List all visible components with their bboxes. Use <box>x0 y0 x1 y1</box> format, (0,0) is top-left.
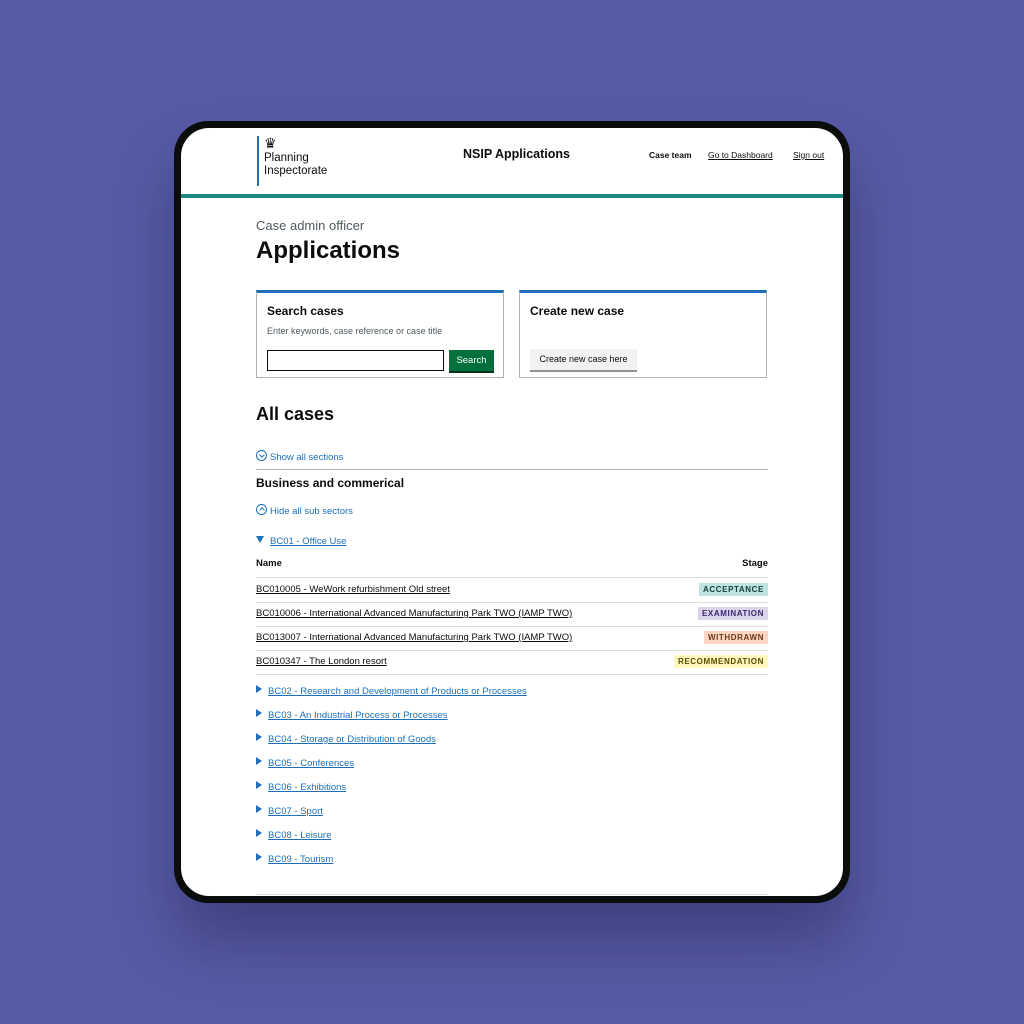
sector-heading: Business and commerical <box>256 476 405 490</box>
stage-tag: ACCEPTANCE <box>699 583 768 596</box>
subsector-bc03-toggle[interactable]: BC03 - An Industrial Process or Processe… <box>256 709 448 721</box>
subsector-label: BC05 - Conferences <box>268 758 355 769</box>
stage-tag: RECOMMENDATION <box>673 655 768 668</box>
tablet-screen: ♛ Planning Inspectorate NSIP Application… <box>181 128 843 896</box>
main-content: Case admin officer Applications Search c… <box>256 218 768 865</box>
triangle-right-icon <box>256 853 262 861</box>
subsector-bc04-toggle[interactable]: BC04 - Storage or Distribution of Goods <box>256 733 436 745</box>
triangle-right-icon <box>256 805 262 813</box>
triangle-right-icon <box>256 709 262 717</box>
nav-sign-out[interactable]: Sign out <box>793 150 824 160</box>
table-row: BC010005 - WeWork refurbishment Old stre… <box>256 578 768 603</box>
triangle-right-icon <box>256 757 262 765</box>
subsector-label: BC08 - Leisure <box>268 830 332 841</box>
case-link[interactable]: BC013007 - International Advanced Manufa… <box>256 632 572 643</box>
nav-go-to-dashboard[interactable]: Go to Dashboard <box>708 150 773 160</box>
case-link[interactable]: BC010006 - International Advanced Manufa… <box>256 608 572 619</box>
royal-crest-icon: ♛ <box>264 135 277 151</box>
stage-tag: EXAMINATION <box>697 607 768 620</box>
show-all-sections-toggle[interactable]: Show all sections <box>256 447 343 465</box>
search-button[interactable]: Search <box>449 350 494 371</box>
stage-tag: WITHDRAWN <box>703 631 768 644</box>
search-hint: Enter keywords, case reference or case t… <box>267 326 443 336</box>
subsector-label: BC02 - Research and Development of Produ… <box>268 686 527 697</box>
create-card-title: Create new case <box>530 304 625 318</box>
create-new-case-button[interactable]: Create new case here <box>530 349 637 370</box>
bottom-divider <box>256 894 768 895</box>
subsector-label: BC03 - An Industrial Process or Processe… <box>268 710 448 721</box>
search-cases-card: Search cases Enter keywords, case refere… <box>256 290 504 378</box>
show-all-label: Show all sections <box>270 452 344 463</box>
planning-inspectorate-logo[interactable]: ♛ Planning Inspectorate <box>257 136 327 186</box>
column-header-name: Name <box>256 558 282 569</box>
chevron-down-icon <box>256 450 267 461</box>
subsector-label: BC04 - Storage or Distribution of Goods <box>268 734 436 745</box>
case-link[interactable]: BC010347 - The London resort <box>256 656 387 667</box>
subsector-bc08-toggle[interactable]: BC08 - Leisure <box>256 829 331 841</box>
site-header: ♛ Planning Inspectorate NSIP Application… <box>181 128 843 198</box>
hide-sub-label: Hide all sub sectors <box>270 506 353 517</box>
case-link[interactable]: BC010005 - WeWork refurbishment Old stre… <box>256 584 450 595</box>
subsector-label: BC09 - Tourism <box>268 854 334 865</box>
subsector-label: BC06 - Exhibitions <box>268 782 347 793</box>
subsector-bc05-toggle[interactable]: BC05 - Conferences <box>256 757 354 769</box>
triangle-right-icon <box>256 781 262 789</box>
subsector-bc02-toggle[interactable]: BC02 - Research and Development of Produ… <box>256 685 527 697</box>
subsector-bc06-toggle[interactable]: BC06 - Exhibitions <box>256 781 346 793</box>
logo-line-1: Planning <box>264 152 309 164</box>
service-name[interactable]: NSIP Applications <box>463 147 570 161</box>
triangle-right-icon <box>256 685 262 693</box>
action-cards: Search cases Enter keywords, case refere… <box>256 290 768 382</box>
page-caption: Case admin officer <box>256 218 365 233</box>
subsector-bc07-toggle[interactable]: BC07 - Sport <box>256 805 323 817</box>
subsector-bc09-toggle[interactable]: BC09 - Tourism <box>256 853 333 865</box>
tablet-frame: ♛ Planning Inspectorate NSIP Application… <box>174 121 850 903</box>
subsector-bc01-toggle[interactable]: BC01 - Office Use <box>256 531 346 549</box>
page-title: Applications <box>256 237 401 264</box>
hide-sub-sectors-toggle[interactable]: Hide all sub sectors <box>256 501 353 519</box>
search-card-title: Search cases <box>267 304 344 318</box>
triangle-down-icon <box>256 536 264 543</box>
triangle-right-icon <box>256 733 262 741</box>
subsector-label: BC07 - Sport <box>268 806 323 817</box>
column-header-stage: Stage <box>742 558 768 569</box>
table-row: BC013007 - International Advanced Manufa… <box>256 626 768 651</box>
triangle-right-icon <box>256 829 262 837</box>
all-cases-heading: All cases <box>256 404 335 424</box>
table-row: BC010006 - International Advanced Manufa… <box>256 602 768 627</box>
search-input[interactable] <box>267 350 444 371</box>
nav-case-team[interactable]: Case team <box>649 150 692 160</box>
create-case-card: Create new case Create new case here <box>519 290 767 378</box>
section-divider <box>256 469 768 470</box>
table-row: BC010347 - The London resort RECOMMENDAT… <box>256 650 768 675</box>
logo-line-2: Inspectorate <box>264 165 328 177</box>
subsector-bc01-label: BC01 - Office Use <box>270 536 347 547</box>
chevron-up-icon <box>256 504 267 515</box>
